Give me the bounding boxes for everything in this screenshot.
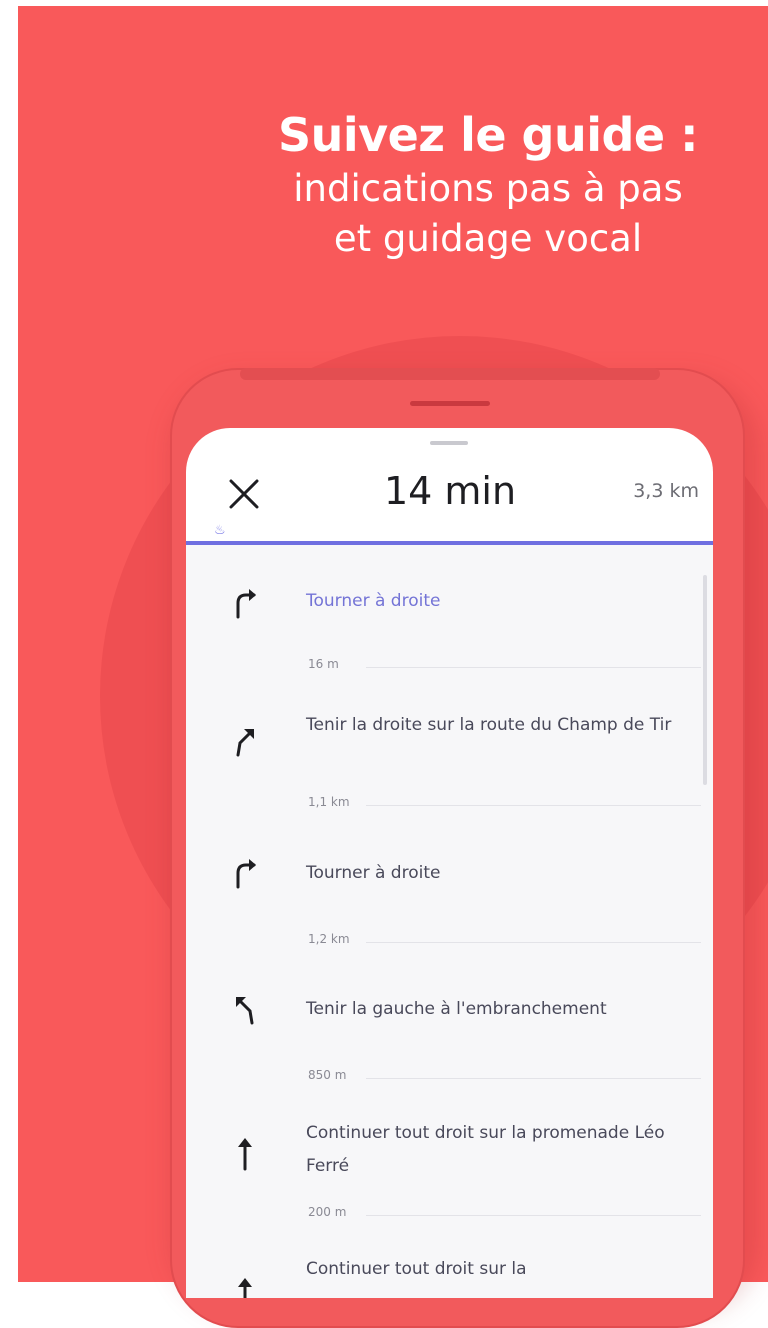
step-divider: [366, 942, 701, 943]
headline-line-2: et guidage vocal: [333, 217, 643, 260]
step-instruction: Tenir la droite sur la route du Champ de…: [306, 715, 672, 735]
straight-arrow-icon: [238, 1138, 252, 1171]
step-divider: [366, 1215, 701, 1216]
route-start-marker-icon: ♨: [214, 523, 226, 538]
phone-speaker: [410, 401, 490, 406]
trip-duration: 14 min: [383, 469, 517, 513]
step-divider: [366, 1078, 701, 1079]
close-button[interactable]: [222, 472, 266, 516]
keep-left-icon: [236, 997, 254, 1025]
straight-arrow-icon: [238, 1278, 252, 1298]
turn-right-icon: [236, 859, 256, 889]
step-instruction: Tenir la gauche à l'embranchement: [306, 999, 607, 1019]
step-distance: 850 m: [308, 1068, 347, 1082]
keep-right-icon: [236, 729, 254, 757]
step-distance: 16 m: [308, 657, 339, 671]
step-instruction: Tourner à droite: [306, 863, 441, 883]
turn-right-icon: [236, 589, 256, 619]
headline-title: Suivez le guide :: [277, 108, 699, 162]
step-distance: 200 m: [308, 1205, 347, 1219]
step-instruction: Continuer tout droit sur la: [306, 1259, 527, 1279]
list-scrollbar[interactable]: [703, 575, 707, 785]
close-icon: [229, 479, 259, 509]
headline-line-1: indications pas à pas: [293, 167, 683, 210]
step-instruction: Tourner à droite: [306, 591, 441, 611]
step-distance: 1,1 km: [308, 795, 350, 809]
phone-top-edge: [240, 368, 660, 380]
phone-screen: 14 min 3,3 km ♨ Tourner à droite 16 m Te…: [186, 428, 713, 1298]
step-instruction: Continuer tout droit sur la promenade Lé…: [306, 1123, 665, 1176]
promo-headline: Suivez le guide : indications pas à pas …: [208, 106, 768, 264]
step-distance: 1,2 km: [308, 932, 350, 946]
sheet-grabber-handle[interactable]: [430, 441, 468, 445]
trip-distance: 3,3 km: [633, 480, 699, 502]
step-divider: [366, 805, 701, 806]
directions-list[interactable]: Tourner à droite 16 m Tenir la droite su…: [186, 545, 713, 1298]
step-divider: [366, 667, 701, 668]
